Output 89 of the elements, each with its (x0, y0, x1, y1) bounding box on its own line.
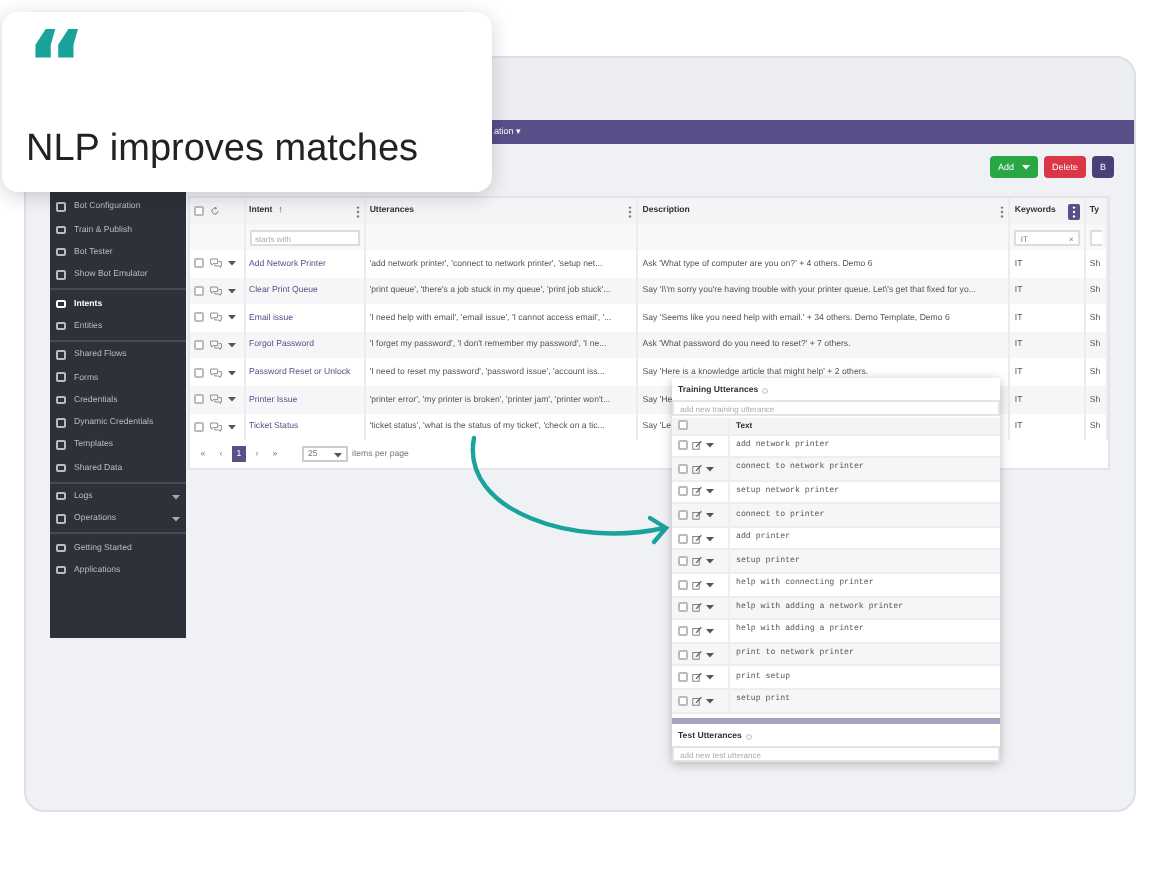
checkbox[interactable] (678, 440, 688, 451)
checkbox[interactable] (194, 367, 204, 378)
edit-icon[interactable] (692, 440, 702, 451)
edit-icon[interactable] (692, 510, 702, 521)
caret-icon[interactable] (706, 512, 714, 519)
caret-icon[interactable] (228, 260, 236, 267)
checkbox[interactable] (678, 649, 688, 660)
edit-icon[interactable] (692, 463, 702, 474)
caret-icon[interactable] (228, 314, 236, 321)
checkbox[interactable] (194, 285, 204, 296)
caret-icon[interactable] (228, 369, 236, 376)
caret-icon[interactable] (228, 342, 236, 349)
caret-icon[interactable] (228, 396, 236, 403)
square-icon (56, 514, 66, 524)
caret-icon[interactable] (228, 287, 236, 294)
edit-icon[interactable] (692, 602, 702, 613)
info-icon (745, 733, 752, 740)
caret-icon[interactable] (706, 465, 714, 472)
checkbox[interactable] (678, 510, 688, 521)
checkbox[interactable] (194, 206, 204, 216)
square-icon (56, 225, 66, 235)
kebab-menu-icon[interactable] (355, 203, 360, 219)
kebab-menu-icon[interactable] (1000, 203, 1005, 219)
checkbox[interactable] (678, 672, 688, 683)
checkbox[interactable] (678, 579, 688, 590)
filter-field[interactable] (1089, 229, 1102, 245)
edit-icon[interactable] (692, 579, 702, 590)
square-icon (56, 463, 66, 473)
caret-icon[interactable] (706, 604, 714, 611)
checkbox[interactable] (194, 258, 204, 269)
square-icon (56, 270, 66, 280)
callout-text: NLP improves matches (26, 128, 421, 172)
square-icon (56, 247, 66, 257)
square-icon (56, 202, 66, 212)
checkbox[interactable] (678, 533, 688, 544)
checkbox[interactable] (678, 556, 688, 567)
edit-icon[interactable] (692, 695, 702, 706)
square-icon (56, 350, 66, 360)
caret-icon[interactable] (706, 581, 714, 588)
square-icon (56, 299, 66, 309)
chat-bubbles-icon[interactable] (210, 258, 222, 269)
chat-bubbles-icon[interactable] (210, 394, 222, 405)
chat-bubbles-icon[interactable] (210, 367, 222, 378)
info-icon (762, 388, 769, 394)
edit-icon[interactable] (692, 626, 702, 637)
checkbox[interactable] (678, 602, 688, 613)
edit-icon[interactable] (692, 649, 702, 660)
edit-icon[interactable] (692, 486, 702, 497)
caret-icon[interactable] (706, 488, 714, 495)
checkbox[interactable] (678, 463, 688, 474)
square-icon (56, 395, 66, 405)
checkbox[interactable] (194, 394, 204, 405)
quote-mark: “ (26, 28, 87, 100)
edit-icon[interactable] (692, 556, 702, 567)
chat-bubbles-icon[interactable] (210, 312, 222, 323)
square-icon (56, 321, 66, 331)
square-icon (56, 372, 66, 382)
caret-icon[interactable] (706, 535, 714, 542)
checkbox[interactable] (678, 420, 688, 431)
square-icon (56, 418, 66, 428)
refresh-icon[interactable] (210, 206, 220, 216)
caret-icon[interactable] (706, 697, 714, 704)
square-icon (56, 491, 66, 501)
checkbox[interactable] (678, 626, 688, 637)
chat-bubbles-icon[interactable] (210, 421, 222, 432)
caret-icon[interactable] (706, 558, 714, 565)
checkbox[interactable] (678, 486, 688, 497)
caret-icon[interactable] (334, 451, 342, 458)
caret-icon[interactable] (706, 628, 714, 635)
square-icon (56, 543, 66, 553)
caret-icon[interactable] (172, 516, 180, 522)
checkbox[interactable] (194, 312, 204, 323)
square-icon (56, 565, 66, 575)
edit-icon[interactable] (692, 672, 702, 683)
caret-icon[interactable] (706, 651, 714, 658)
edit-icon[interactable] (692, 533, 702, 544)
caret-icon[interactable] (706, 674, 714, 681)
caret-icon[interactable] (706, 442, 714, 449)
column-menu-button[interactable] (1067, 203, 1080, 219)
caret-icon[interactable] (228, 423, 236, 430)
chat-bubbles-icon[interactable] (210, 340, 222, 351)
checkbox[interactable] (194, 421, 204, 432)
caret-icon[interactable] (1021, 164, 1030, 170)
chat-bubbles-icon[interactable] (210, 285, 222, 296)
checkbox[interactable] (678, 695, 688, 706)
caret-icon[interactable] (172, 493, 180, 500)
square-icon (56, 440, 66, 450)
kebab-menu-icon[interactable] (628, 203, 633, 219)
checkbox[interactable] (194, 340, 204, 351)
